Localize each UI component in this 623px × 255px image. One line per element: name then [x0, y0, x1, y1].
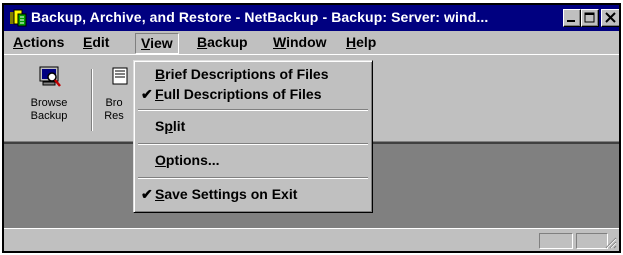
menu-view[interactable]: View [135, 33, 179, 54]
browse-restore-label-1: Bro [105, 97, 123, 109]
maximize-icon [584, 12, 595, 23]
menu-backup[interactable]: Backup [192, 33, 253, 52]
menu-item-split[interactable]: Split [137, 117, 369, 136]
menu-window[interactable]: Window [268, 33, 332, 52]
menu-item-options[interactable]: Options... [137, 151, 369, 170]
menu-item-save-settings[interactable]: ✔ Save Settings on Exit [137, 185, 369, 204]
menu-edit[interactable]: Edit [78, 33, 114, 52]
checkmark-icon: ✔ [141, 186, 153, 202]
close-button[interactable] [601, 9, 619, 27]
menu-bar: Actions Edit View Backup Window Help [4, 31, 619, 54]
maximize-button[interactable] [581, 9, 599, 27]
menu-actions[interactable]: Actions [8, 33, 69, 52]
title-bar[interactable]: Backup, Archive, and Restore - NetBackup… [4, 5, 619, 31]
browse-backup-icon [39, 66, 61, 87]
menu-separator [138, 143, 368, 145]
netbackup-app-icon [10, 9, 27, 27]
menu-item-brief-descriptions[interactable]: Brief Descriptions of Files [137, 65, 369, 84]
menu-help[interactable]: Help [341, 33, 381, 52]
minimize-button[interactable] [563, 9, 581, 27]
browse-restore-icon [112, 67, 128, 85]
menu-separator [138, 109, 368, 111]
browse-backup-label-1: Browse [30, 97, 68, 109]
status-bar [4, 228, 619, 251]
browse-backup-label-2: Backup [30, 110, 68, 122]
resize-grip-icon[interactable] [603, 235, 617, 249]
browse-backup-button[interactable]: Browse Backup [18, 63, 80, 129]
window-title: Backup, Archive, and Restore - NetBackup… [31, 9, 489, 25]
menu-separator [138, 177, 368, 179]
menu-item-full-descriptions[interactable]: ✔ Full Descriptions of Files [137, 85, 369, 104]
minimize-icon [567, 20, 575, 22]
close-icon [605, 12, 616, 23]
view-menu-dropdown: Brief Descriptions of Files ✔ Full Descr… [133, 60, 373, 213]
status-pane-1 [539, 233, 573, 249]
browse-restore-label-2: Res [104, 110, 124, 122]
checkmark-icon: ✔ [141, 86, 153, 102]
